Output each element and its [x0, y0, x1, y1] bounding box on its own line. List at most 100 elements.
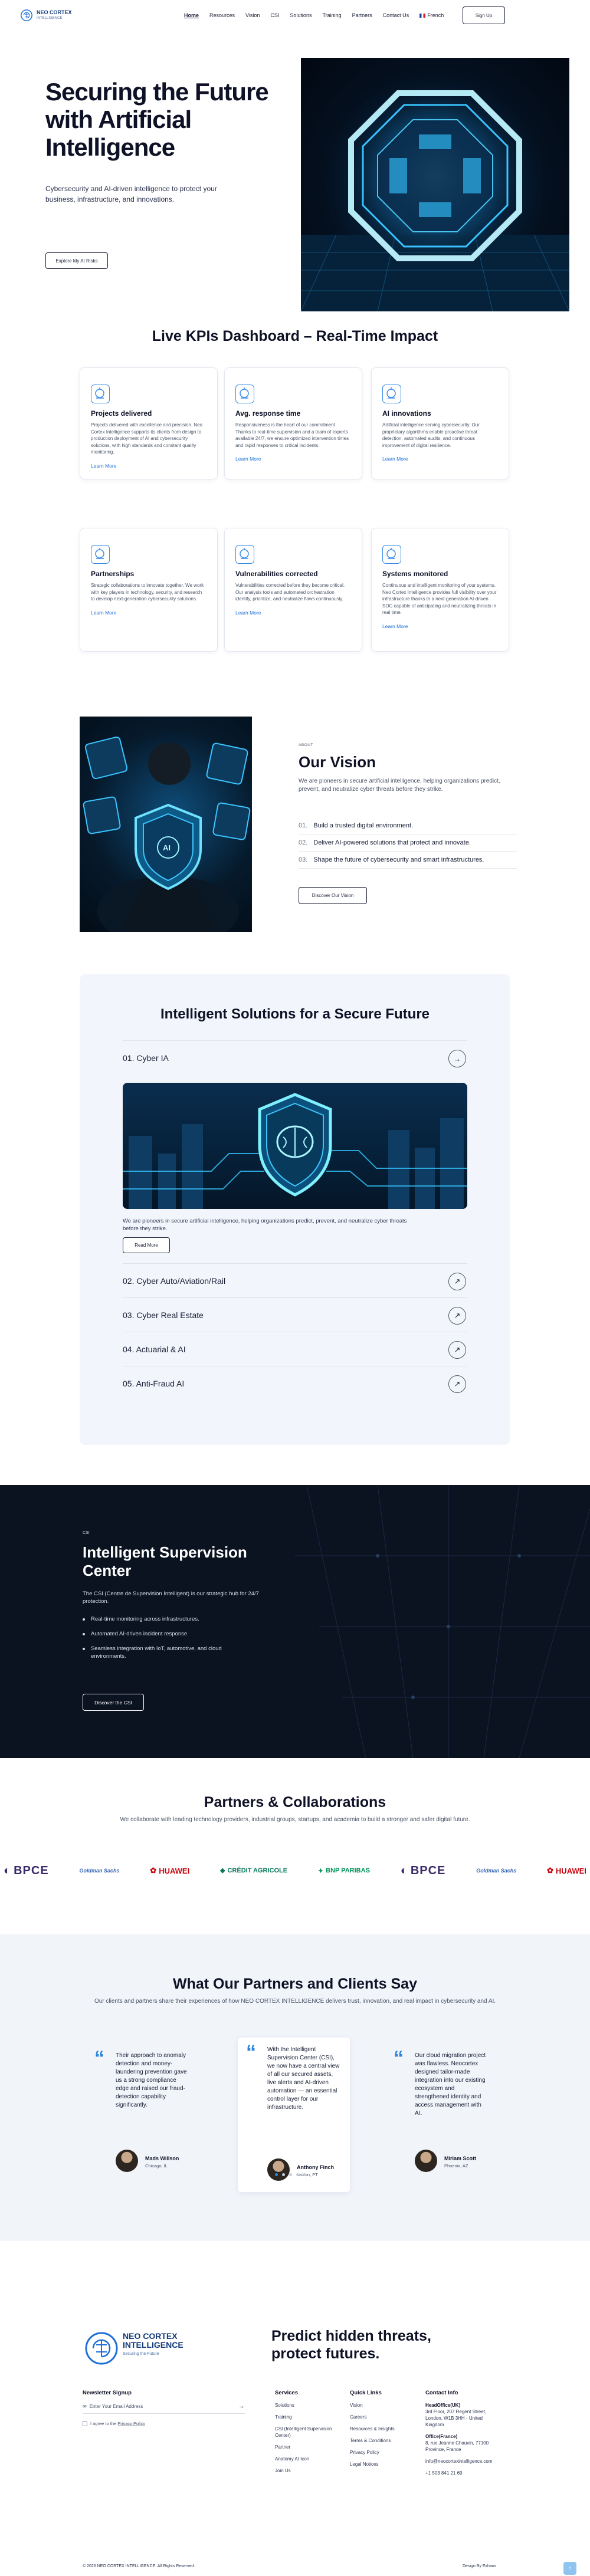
nav-item-training[interactable]: Training — [322, 12, 341, 18]
explore-risks-button[interactable]: Explore My AI Risks — [45, 252, 108, 269]
submit-arrow-icon[interactable]: → — [238, 2403, 245, 2410]
solution-row[interactable]: 03. Cyber Real Estate ↗ — [123, 1297, 467, 1332]
quote-icon: “ — [94, 2047, 104, 2069]
learn-more-link[interactable]: Learn More — [235, 610, 351, 616]
quote-icon: “ — [394, 2047, 404, 2069]
avatar — [415, 2150, 437, 2172]
solution-row-cyber-ia[interactable]: 01. Cyber IA → — [123, 1040, 467, 1075]
kpi-card: Avg. response time Responsiveness is the … — [224, 367, 362, 479]
cyber-ia-description: We are pioneers in secure artificial int… — [123, 1218, 407, 1232]
discover-csi-button[interactable]: Discover the CSI — [83, 1694, 144, 1711]
nav-item-vision[interactable]: Vision — [245, 12, 260, 18]
kpi-card-text: Projects delivered with excellence and p… — [91, 422, 202, 455]
learn-more-link[interactable]: Learn More — [382, 456, 498, 462]
learn-more-link[interactable]: Learn More — [382, 623, 498, 629]
vision-item: 02. Deliver AI-powered solutions that pro… — [299, 834, 517, 852]
ai-chip-icon — [382, 385, 401, 403]
contact-email[interactable]: info@neocortexintelligence.com — [425, 2458, 502, 2465]
footer-quick-link[interactable]: Vision — [350, 2402, 409, 2409]
partner-logo-name: BNP PARIBAS — [326, 1867, 370, 1874]
arrow-right-icon[interactable]: → — [448, 1050, 466, 1067]
privacy-policy-link[interactable]: Privacy Policy — [117, 2421, 145, 2426]
testimonials-section: What Our Partners and Clients Say Our cl… — [0, 1934, 590, 2241]
footer-service-link[interactable]: CSI (Intelligent Supervision Center) — [275, 2426, 334, 2439]
carousel-dot[interactable] — [289, 2173, 292, 2176]
solution-row[interactable]: 04. Actuarial & AI ↗ — [123, 1332, 467, 1366]
footer-service-link[interactable]: Solutions — [275, 2402, 334, 2409]
arrow-up-right-icon[interactable]: ↗ — [448, 1307, 466, 1325]
quote-icon: “ — [246, 2041, 256, 2064]
footer-service-link[interactable]: Training — [275, 2414, 334, 2420]
nav-item-csi[interactable]: CSI — [270, 12, 279, 18]
vision-item: 01. Build a trusted digital environment. — [299, 817, 517, 834]
footer-headline: Predict hidden threats, protect futures. — [271, 2328, 431, 2362]
back-to-top-button[interactable]: ↑ — [563, 2562, 576, 2575]
solution-label: 01. Cyber IA — [123, 1053, 169, 1063]
testimonials-title: What Our Partners and Clients Say — [173, 1976, 417, 1992]
footer-quick-link[interactable]: Terms & Conditions — [350, 2437, 409, 2444]
partner-logo: ◐ BPCE — [401, 1864, 446, 1878]
testimonial-text: With the Intelligent Supervision Center … — [267, 2046, 340, 2111]
arrow-up-right-icon[interactable]: ↗ — [448, 1375, 466, 1393]
consent-checkbox[interactable] — [83, 2421, 87, 2426]
bnp-stars-icon: ✦ — [317, 1867, 324, 1875]
kpi-card-text: Artificial intelligence serving cybersec… — [382, 422, 480, 448]
nav-item-contact-us[interactable]: Contact Us — [383, 12, 409, 18]
learn-more-link[interactable]: Learn More — [91, 610, 206, 616]
read-more-button[interactable]: Read More — [123, 1237, 170, 1253]
footer-quick-link[interactable]: Resources & Insights — [350, 2426, 409, 2432]
logo-title: NEO CORTEX — [37, 9, 72, 15]
office-label: Office(France) — [425, 2434, 458, 2439]
brand-logo[interactable]: NEO CORTEX INTELLIGENCE — [20, 9, 72, 22]
learn-more-link[interactable]: Learn More — [91, 463, 206, 469]
vision-item-text: Deliver AI-powered solutions that protec… — [313, 839, 471, 846]
footer-quick-links: Quick Links Vision Careers Resources & Ins… — [350, 2390, 409, 2473]
hq-address: 3rd Floor, 207 Regent Street, London, W1… — [425, 2409, 487, 2427]
hero-title: Securing the Future with Artificial Inte… — [45, 78, 269, 161]
nav-item-resources[interactable]: Resources — [209, 12, 235, 18]
solution-row[interactable]: 02. Cyber Auto/Aviation/Rail ↗ — [123, 1263, 467, 1297]
testimonial-text: Our cloud migration project was flawless… — [415, 2052, 486, 2117]
partner-logo: ◆ CRÉDIT AGRICOLE — [220, 1867, 287, 1874]
signup-button[interactable]: Sign Up — [463, 6, 505, 24]
footer-logo-title: NEO CORTEX — [123, 2331, 178, 2341]
footer-quick-link[interactable]: Legal Notices — [350, 2461, 409, 2467]
hero-section: Securing the Future with Artificial Inte… — [0, 31, 590, 343]
discover-vision-button[interactable]: Discover Our Vision — [299, 887, 367, 904]
credit-agricole-icon: ◆ — [220, 1867, 225, 1874]
copyright: © 2026 NEO CORTEX INTELLIGENCE. All Righ… — [83, 2564, 195, 2568]
footer-service-link[interactable]: Join Us — [275, 2467, 334, 2474]
newsletter-email-field[interactable]: ✉ Enter Your Email Address → — [83, 2403, 245, 2414]
footer-quick-link[interactable]: Privacy Policy — [350, 2449, 409, 2456]
kpi-card-text: Responsiveness is the heart of our commi… — [235, 422, 349, 448]
arrow-up-right-icon[interactable]: ↗ — [448, 1273, 466, 1290]
solution-label: 05. Anti-Fraud AI — [123, 1378, 185, 1388]
office-address: 8, rue Jeanne Chauvin, 77100 Province, F… — [425, 2440, 489, 2452]
carousel-dot[interactable] — [296, 2173, 299, 2176]
carousel-dot[interactable] — [275, 2173, 278, 2176]
nav-item-partners[interactable]: Partners — [352, 12, 372, 18]
language-switch[interactable]: French — [419, 12, 444, 18]
footer-service-link[interactable]: Anatomy AI Icon — [275, 2456, 334, 2462]
solution-row[interactable]: 05. Anti-Fraud AI ↗ — [123, 1366, 467, 1400]
footer-service-link[interactable]: Partner — [275, 2444, 334, 2450]
bpce-swirl-icon: ◐ — [400, 1864, 408, 1877]
privacy-consent[interactable]: I agree to the Privacy Policy — [83, 2421, 245, 2426]
nav-item-home[interactable]: Home — [184, 12, 199, 18]
csi-bullet: Seamless integration with IoT, automotiv… — [83, 1645, 242, 1660]
hq-label: HeadOffice(UK) — [425, 2403, 461, 2408]
nav-item-solutions[interactable]: Solutions — [290, 12, 312, 18]
learn-more-link[interactable]: Learn More — [235, 456, 351, 462]
kpi-card-title: Avg. response time — [235, 409, 301, 418]
carousel-dot[interactable] — [303, 2173, 306, 2176]
contact-phone[interactable]: +1 503 841 21 69 — [425, 2470, 502, 2476]
partner-logo: ✦ BNP PARIBAS — [318, 1867, 370, 1875]
hero-cyber-octagon-image — [301, 58, 569, 311]
partner-logo: Goldman Sachs — [79, 1868, 119, 1874]
arrow-up-icon: ↑ — [568, 2565, 572, 2572]
footer-quick-link[interactable]: Careers — [350, 2414, 409, 2420]
avatar — [267, 2158, 290, 2181]
arrow-up-right-icon[interactable]: ↗ — [448, 1341, 466, 1359]
carousel-dot[interactable] — [282, 2173, 285, 2176]
design-credit[interactable]: Design By Exhaus — [463, 2564, 496, 2568]
